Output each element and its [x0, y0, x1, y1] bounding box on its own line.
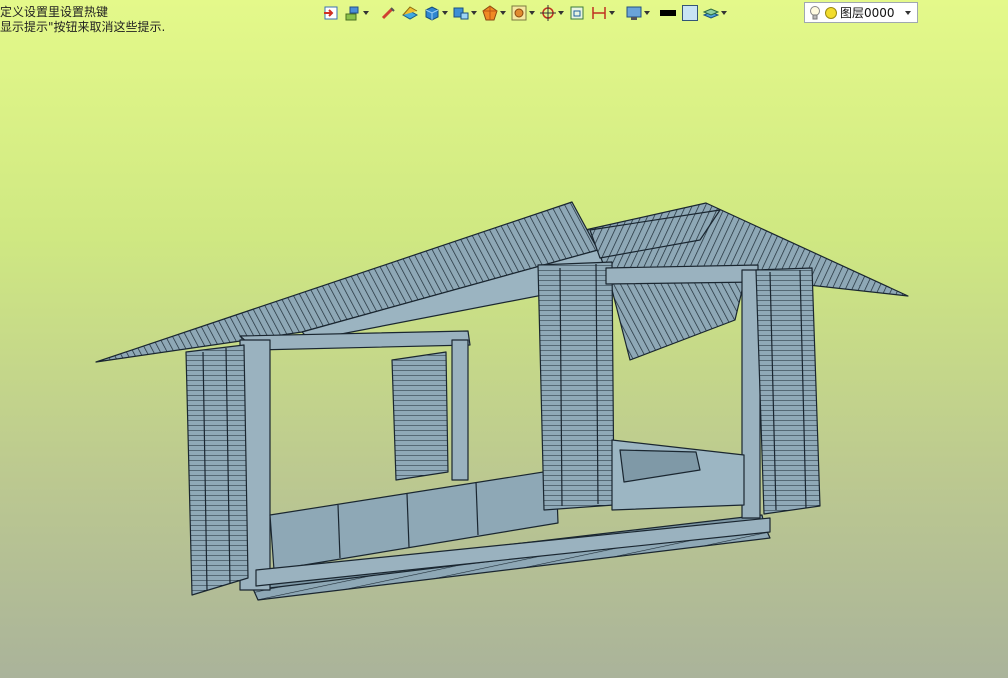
- door-right-front: [537, 261, 615, 511]
- door-right-far: [755, 267, 821, 515]
- container-model: [95, 201, 909, 601]
- door-left: [185, 344, 249, 596]
- door-rear-inner: [391, 351, 449, 481]
